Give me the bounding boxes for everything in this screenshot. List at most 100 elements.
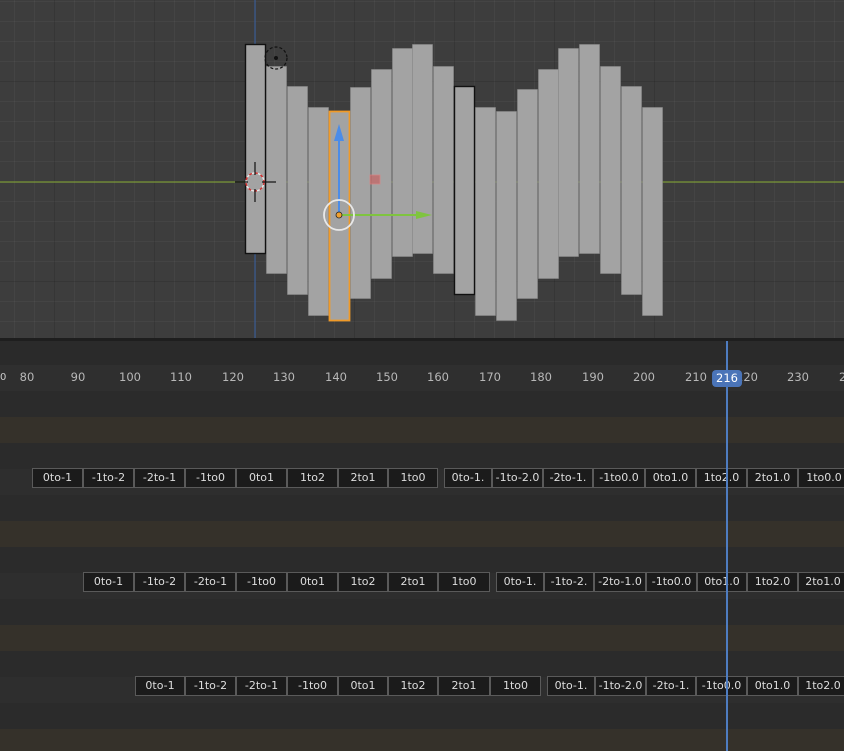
sequence-strip[interactable]: -1to0.0 [696, 676, 747, 696]
mesh-bar[interactable] [517, 89, 538, 299]
sequence-strip[interactable]: 1to2 [287, 468, 338, 488]
mesh-bar[interactable] [621, 86, 642, 295]
object-origin-dot [335, 211, 343, 219]
sequence-strip[interactable]: -2to-1 [236, 676, 287, 696]
sequence-strip[interactable]: 1to0 [438, 572, 490, 592]
sequence-strip[interactable]: 0to1.0 [697, 572, 747, 592]
sequence-strip[interactable]: 2to1.0 [798, 572, 844, 592]
channel-row [0, 729, 844, 751]
sequence-strip[interactable]: 0to-1 [83, 572, 134, 592]
sequence-strip[interactable]: -1to-2 [185, 676, 236, 696]
sequence-strip[interactable]: -1to-2. [544, 572, 594, 592]
sequencer-editor[interactable]: 0 80 90 100 110 120 130 140 150 160 170 180 190 200 2… [0, 341, 844, 751]
mesh-bar[interactable] [642, 107, 663, 316]
sequence-strip[interactable]: -1to0.0 [593, 468, 645, 488]
ruler-tick-label: 150 [376, 370, 398, 384]
sequence-strip[interactable]: 0to-1 [135, 676, 185, 696]
channel-row [0, 599, 844, 625]
ruler-tick-label: 190 [582, 370, 604, 384]
ruler-tick-label: 200 [633, 370, 655, 384]
mesh-bar[interactable] [433, 66, 454, 274]
ruler-tick-label: 210 [685, 370, 707, 384]
camera-icon[interactable] [264, 46, 288, 70]
ruler-tick-label: 160 [427, 370, 449, 384]
mesh-bar[interactable] [453, 85, 476, 296]
mesh-bar[interactable] [371, 69, 392, 279]
mesh-bar[interactable] [475, 107, 496, 316]
mesh-bar[interactable] [392, 48, 413, 257]
mesh-bar[interactable] [266, 66, 287, 274]
ruler-tick-label: 90 [70, 370, 86, 384]
ruler-tick-label: 240 [839, 370, 844, 384]
mesh-bar[interactable] [287, 86, 308, 295]
sequence-strip[interactable]: 1to0 [490, 676, 541, 696]
3d-viewport[interactable] [0, 0, 844, 338]
sequence-strip[interactable]: 1to0.0 [798, 468, 844, 488]
sequence-strip[interactable]: 1to2 [338, 572, 388, 592]
sequence-strip[interactable]: 0to1 [338, 676, 388, 696]
sequence-strip[interactable]: -2to-1. [646, 676, 696, 696]
mesh-bar[interactable] [496, 111, 517, 321]
sequence-strip[interactable]: 2to1.0 [747, 468, 798, 488]
playhead-line[interactable] [726, 341, 728, 751]
ruler-tick-label: 170 [479, 370, 501, 384]
sequence-strip[interactable]: 0to-1. [547, 676, 595, 696]
ruler-tick-label: 130 [273, 370, 295, 384]
ruler-tick-label: 230 [787, 370, 809, 384]
sequence-strip[interactable]: -1to-2.0 [492, 468, 543, 488]
sequence-strip[interactable]: 1to2 [388, 676, 438, 696]
sequence-strip[interactable]: -2to-1 [134, 468, 185, 488]
mesh-bar[interactable] [308, 107, 329, 316]
mesh-bar[interactable] [412, 44, 433, 254]
sequence-strip[interactable]: -1to-2.0 [595, 676, 646, 696]
mesh-bar[interactable] [579, 44, 600, 254]
mesh-bar[interactable] [350, 87, 371, 299]
sequence-strip[interactable]: -1to0 [287, 676, 338, 696]
mesh-bar[interactable] [538, 69, 559, 279]
sequence-strip[interactable]: 0to-1. [496, 572, 544, 592]
ruler-tick-label: 100 [119, 370, 141, 384]
channel-row [0, 443, 844, 469]
channel-row [0, 547, 844, 573]
mesh-bar[interactable] [558, 48, 579, 257]
channel-row [0, 495, 844, 521]
sequence-strip[interactable]: 1to2.0 [696, 468, 747, 488]
ruler-tick-label: 140 [325, 370, 347, 384]
ruler-edge-glyph: 0 [0, 372, 7, 383]
sequence-strip[interactable]: -2to-1.0 [594, 572, 646, 592]
sequence-strip[interactable]: 0to-1 [32, 468, 83, 488]
channel-row [0, 417, 844, 443]
channel-row [0, 521, 844, 547]
ruler-tick-label: 80 [19, 370, 35, 384]
sequence-strip[interactable]: -2to-1 [185, 572, 236, 592]
sequence-strip[interactable]: -1to0 [185, 468, 236, 488]
sequence-strip[interactable]: -1to-2 [134, 572, 185, 592]
channel-row [0, 625, 844, 651]
sequence-strip[interactable]: 0to1.0 [747, 676, 798, 696]
channel-row [0, 391, 844, 417]
sequence-strip[interactable]: 0to1.0 [645, 468, 696, 488]
viewport-canvas[interactable] [0, 0, 844, 338]
ruler-tick-label: 180 [530, 370, 552, 384]
channel-row [0, 703, 844, 729]
channel-row [0, 651, 844, 677]
sequence-strip[interactable]: -1to0.0 [646, 572, 697, 592]
sequence-strip[interactable]: 0to-1. [444, 468, 492, 488]
sequence-strip[interactable]: -1to0 [236, 572, 287, 592]
sequence-strip[interactable]: 1to2.0 [747, 572, 798, 592]
sequence-strip[interactable]: 2to1 [338, 468, 388, 488]
sequence-strip[interactable]: 1to2.0 [798, 676, 844, 696]
sequence-strip[interactable]: -2to-1. [543, 468, 593, 488]
ruler-tick-label: 110 [170, 370, 192, 384]
sequence-strip[interactable]: 0to1 [287, 572, 338, 592]
ruler-tick-label: 120 [222, 370, 244, 384]
mesh-bar[interactable] [600, 66, 621, 274]
empty-object-marker[interactable] [369, 174, 381, 185]
mesh-bar[interactable] [244, 43, 267, 255]
current-frame-badge[interactable]: 216 [712, 370, 742, 387]
sequence-strip[interactable]: 1to0 [388, 468, 438, 488]
sequence-strip[interactable]: -1to-2 [83, 468, 134, 488]
sequence-strip[interactable]: 0to1 [236, 468, 287, 488]
sequence-strip[interactable]: 2to1 [388, 572, 438, 592]
sequence-strip[interactable]: 2to1 [438, 676, 490, 696]
